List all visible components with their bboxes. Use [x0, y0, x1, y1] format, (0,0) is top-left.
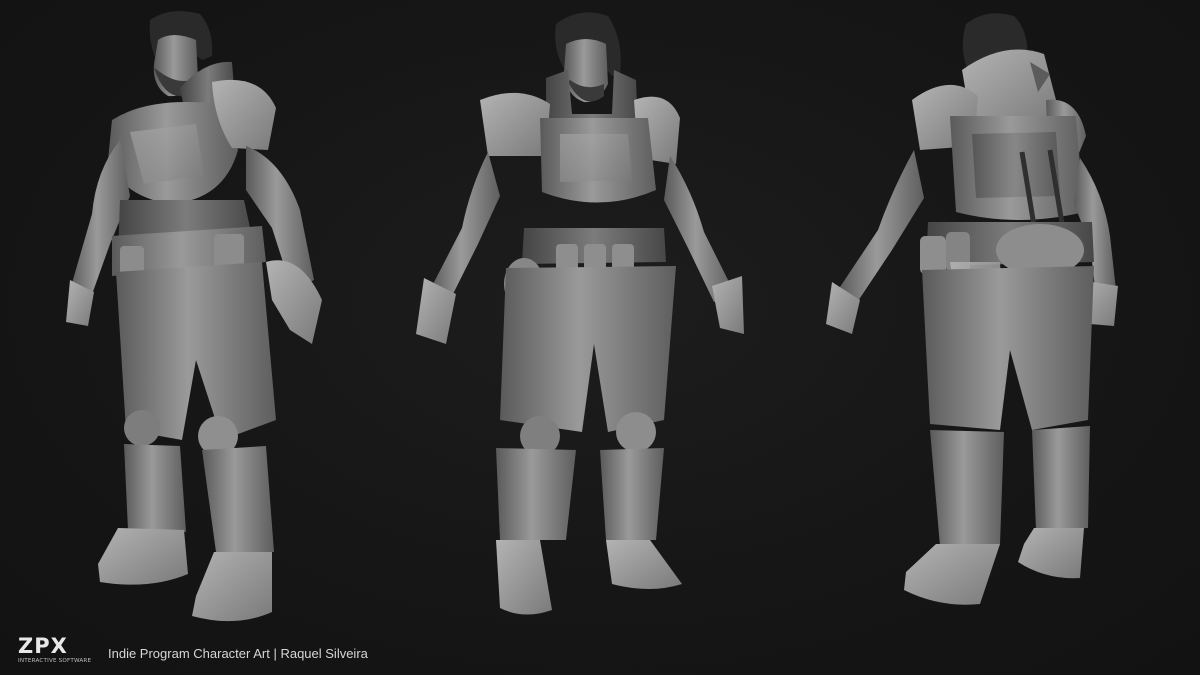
character-renders	[66, 11, 1118, 622]
credit-caption: Indie Program Character Art | Raquel Sil…	[108, 646, 368, 661]
three-quarter-back-view	[826, 13, 1118, 605]
footer-credit: ZPX INTERACTIVE SOFTWARE Indie Program C…	[18, 636, 368, 670]
front-view	[416, 12, 744, 615]
three-quarter-front-view	[66, 11, 322, 622]
logo-tagline: INTERACTIVE SOFTWARE	[18, 658, 92, 664]
turnaround-image: ZPX INTERACTIVE SOFTWARE Indie Program C…	[0, 0, 1200, 675]
zpx-logo: ZPX INTERACTIVE SOFTWARE	[18, 636, 104, 665]
logo-mark: ZPX	[18, 634, 68, 658]
